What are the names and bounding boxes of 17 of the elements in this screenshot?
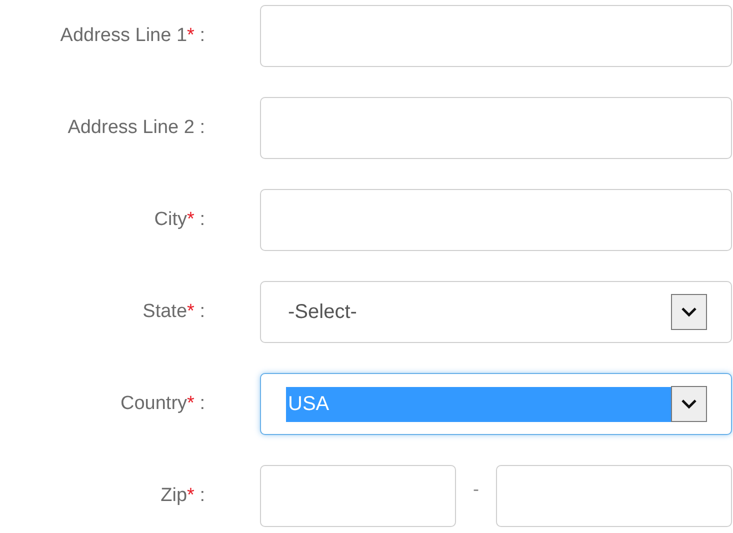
input-field[interactable]	[260, 97, 732, 159]
field-label: Address Line 2 :	[66, 117, 205, 139]
field-label: Country* :	[120, 393, 205, 415]
chevron-down-icon	[681, 399, 697, 409]
dash-separator: -	[472, 478, 480, 500]
input-field[interactable]	[260, 465, 456, 527]
field-label: City* :	[153, 209, 205, 231]
dropdown-button[interactable]	[671, 294, 707, 330]
input-field[interactable]	[496, 465, 732, 527]
field-label: Zip* :	[160, 485, 205, 507]
dropdown-button[interactable]	[671, 386, 707, 422]
input-field[interactable]	[260, 189, 732, 251]
field-label: State* :	[142, 301, 205, 323]
chevron-down-icon	[681, 307, 697, 317]
field-label: Address Line 1* :	[59, 25, 205, 47]
select-field[interactable]: -Select-	[260, 281, 732, 343]
input-field[interactable]	[260, 5, 732, 67]
